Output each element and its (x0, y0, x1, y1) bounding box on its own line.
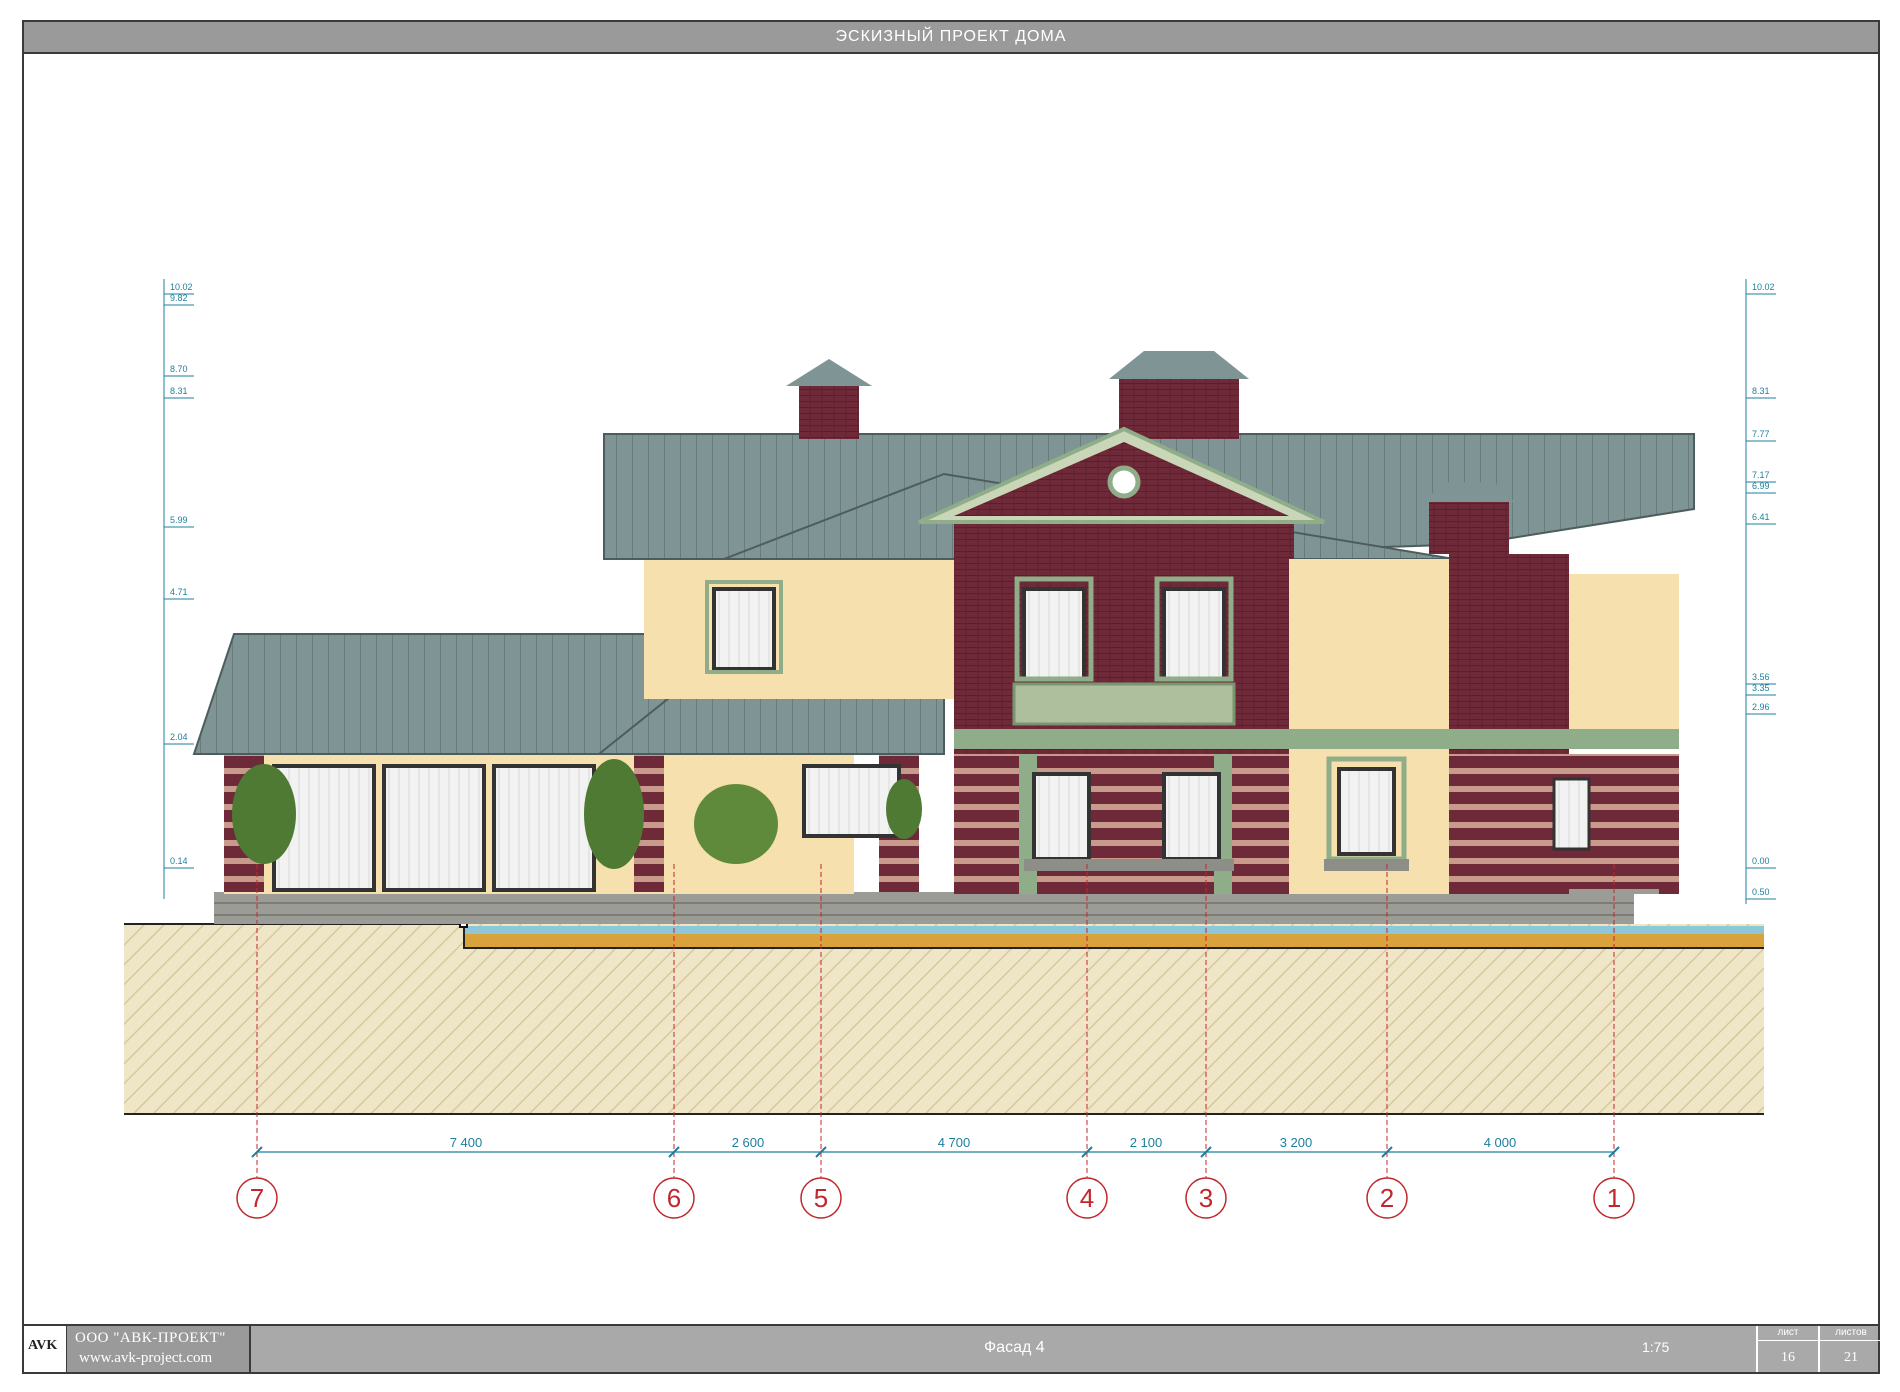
level-mark: 7.17 (1752, 470, 1770, 480)
axis-label: 3 (1199, 1183, 1213, 1213)
title-block: AVK ООО "АВК-ПРОЕКТ" www.avk-project.com… (24, 1324, 1882, 1372)
dimension-label: 2 100 (1130, 1135, 1163, 1150)
level-mark: 2.04 (170, 732, 188, 742)
dimension-line: 7 400 2 600 4 700 2 100 3 200 4 000 (251, 1135, 1620, 1158)
sheet-number-label: лист (1777, 1327, 1799, 1338)
company-website: www.avk-project.com (79, 1350, 213, 1366)
company-block: ООО "АВК-ПРОЕКТ" www.avk-project.com (67, 1326, 251, 1372)
level-mark: 3.56 (1752, 672, 1770, 682)
level-mark: 10.02 (170, 282, 193, 292)
company-logo: AVK (24, 1326, 67, 1372)
axis-label: 6 (667, 1183, 681, 1213)
level-mark: 8.70 (170, 364, 188, 374)
dimension-label: 2 600 (732, 1135, 765, 1150)
drawing-sheet: ЭСКИЗНЫЙ ПРОЕКТ ДОМА 7 400 2 600 4 700 2… (22, 20, 1882, 1374)
company-name: ООО "АВК-ПРОЕКТ" (75, 1330, 226, 1346)
dimension-label: 4 700 (938, 1135, 971, 1150)
level-mark: 4.71 (170, 587, 188, 597)
level-mark: 8.31 (1752, 386, 1770, 396)
axis-markers (236, 1177, 1635, 1219)
level-marks-left: 10.02 9.82 8.70 8.31 5.99 4.71 2.04 0.14 (163, 279, 194, 899)
sheet-number: 16 (1781, 1350, 1795, 1365)
sheet-scale: 1:75 (1642, 1339, 1670, 1355)
level-mark: 0.00 (1752, 856, 1770, 866)
level-mark: 7.77 (1752, 429, 1770, 439)
facade-drawing: 7 400 2 600 4 700 2 100 3 200 4 000 7 6 … (124, 279, 1776, 1219)
sheet-title: ЭСКИЗНЫЙ ПРОЕКТ ДОМА (24, 22, 1878, 54)
dimension-label: 3 200 (1280, 1135, 1313, 1150)
dimension-label: 7 400 (450, 1135, 483, 1150)
sheets-total: 21 (1844, 1350, 1858, 1365)
level-mark: 8.31 (170, 386, 188, 396)
level-mark: 10.02 (1752, 282, 1775, 292)
sheets-total-cell: листов 21 (1818, 1326, 1882, 1372)
level-mark: 6.41 (1752, 512, 1770, 522)
level-mark: 0.50 (1752, 887, 1770, 897)
sheet-number-cell: лист 16 (1756, 1326, 1818, 1372)
level-mark: 5.99 (170, 515, 188, 525)
axis-label: 5 (814, 1183, 828, 1213)
sheets-total-label: листов (1835, 1327, 1867, 1338)
axis-label: 7 (250, 1183, 264, 1213)
ground-section (124, 919, 1764, 1115)
axis-label: 2 (1380, 1183, 1394, 1213)
logo-text: AVK (28, 1338, 58, 1353)
axis-label: 4 (1080, 1183, 1094, 1213)
dimension-label: 4 000 (1484, 1135, 1517, 1150)
level-mark: 0.14 (170, 856, 188, 866)
level-marks-right: 10.02 8.31 7.77 7.17 6.99 6.41 3.56 3.35… (1745, 279, 1776, 904)
axis-label: 1 (1607, 1183, 1621, 1213)
sheet-name: Фасад 4 (984, 1339, 1045, 1356)
level-mark: 2.96 (1752, 702, 1770, 712)
house-facade (192, 351, 1695, 924)
